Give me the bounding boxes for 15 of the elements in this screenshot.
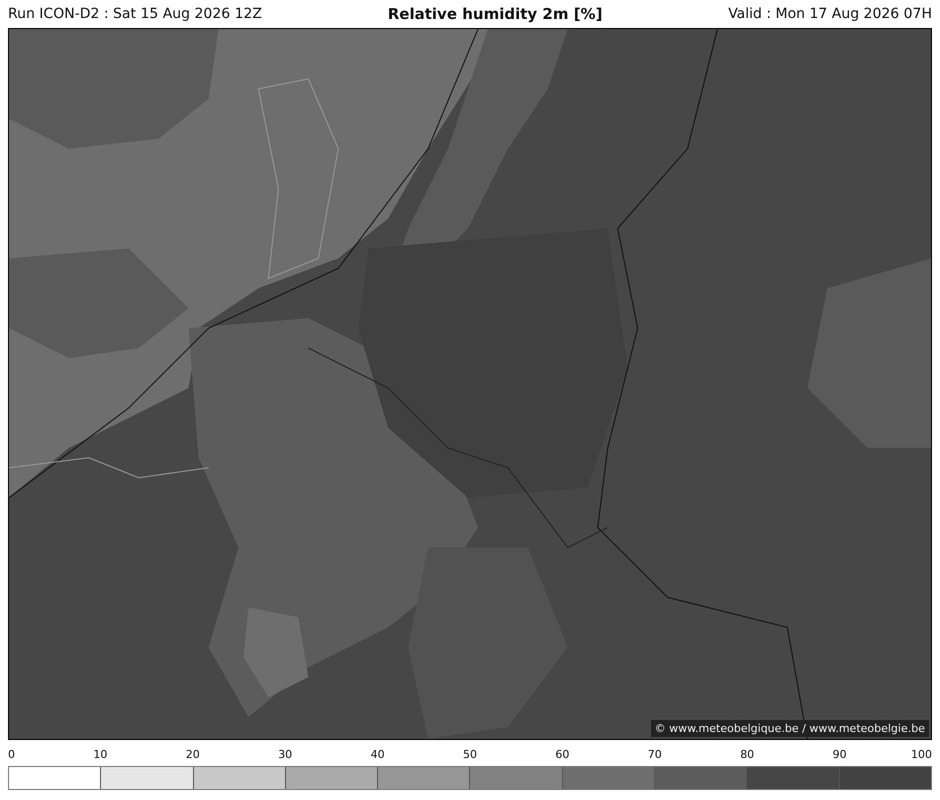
scale-tick-label: 10 [93, 748, 108, 761]
scale-tick-label: 30 [278, 748, 292, 761]
scale-tick-label: 0 [8, 748, 15, 761]
scale-tick-label: 50 [463, 748, 477, 761]
chart-title: Relative humidity 2m [%] [388, 5, 602, 23]
scale-tick-label: 40 [370, 748, 385, 761]
run-label: Run ICON-D2 : Sat 15 Aug 2026 12Z [8, 6, 262, 22]
scale-tick-label: 100 [911, 748, 932, 761]
copyright-notice: © www.meteobelgique.be / www.meteobelgie.be [650, 720, 929, 737]
scale-tick-label: 70 [648, 748, 662, 761]
scale-tick-label: 20 [186, 748, 200, 761]
valid-label: Valid : Mon 17 Aug 2026 07H [728, 6, 932, 22]
scale-tick-label: 60 [555, 748, 570, 761]
scale-tick-label: 80 [740, 748, 754, 761]
scale-tick-label: 90 [832, 748, 847, 761]
